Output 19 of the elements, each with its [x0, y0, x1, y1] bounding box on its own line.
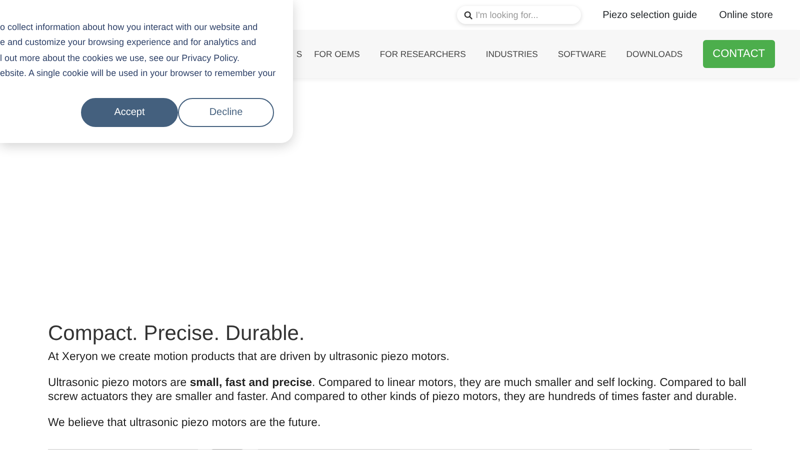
search-field[interactable]: I'm looking for...: [456, 6, 581, 24]
nav-link[interactable]: S: [296, 48, 302, 60]
paragraph: At Xeryon we create motion products that are driven by ultrasonic piezo motors.: [48, 350, 450, 364]
paragraph: Ultrasonic piezo motors are small, fast and precise. Compared to linear motors, they are much smaller and self locking. Compared to ball screw actuators they are smaller and faster. And compared to other kinds of piezo motors, they are hundreds of times faster and durable.: [48, 376, 748, 404]
paragraph: We believe that ultrasonic piezo motors are the future.: [48, 416, 322, 430]
top-link[interactable]: Piezo selection guide: [602, 8, 698, 22]
nav-link[interactable]: FOR OEMS: [314, 48, 360, 60]
nav-link[interactable]: INDUSTRIES: [486, 48, 538, 60]
heading: Compact. Precise. Durable.: [48, 321, 306, 346]
decline-button[interactable]: Decline: [178, 98, 274, 128]
nav-link[interactable]: DOWNLOADS: [626, 48, 683, 60]
banner-text-line: o collect information about how you interact with our website and: [0, 21, 259, 34]
nav-link[interactable]: SOFTWARE: [558, 48, 606, 60]
banner-text-line: ebsite. A single cookie will be used in your browser to remember your: [0, 66, 277, 80]
nav-link[interactable]: FOR RESEARCHERS: [380, 48, 466, 60]
top-link[interactable]: Online store: [719, 8, 773, 22]
banner-text-line: l out more about the cookies we use, see our Privacy Policy.: [0, 52, 240, 65]
banner-text-line: e and customize your browsing experience and for analytics and: [0, 36, 258, 50]
accept-button[interactable]: Accept: [81, 98, 178, 128]
